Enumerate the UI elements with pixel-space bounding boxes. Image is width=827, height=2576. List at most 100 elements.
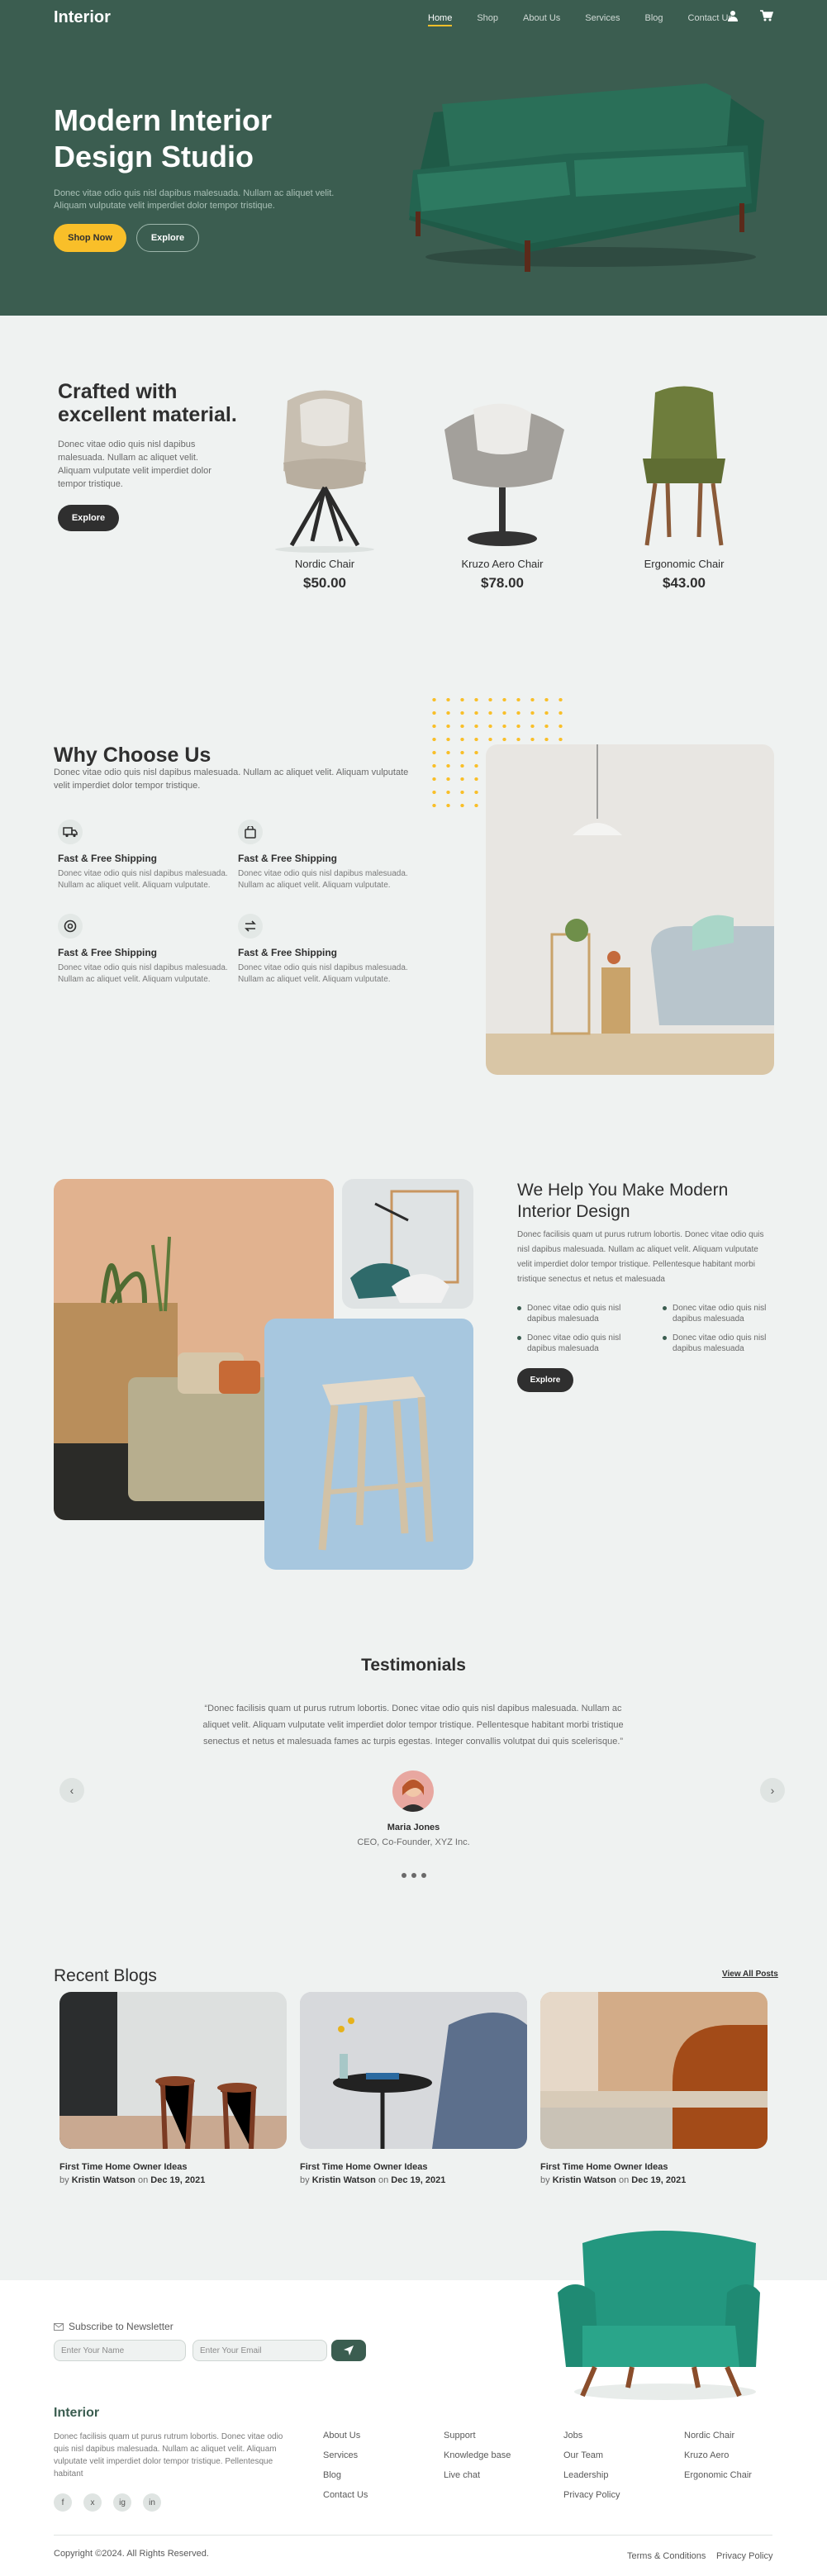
feature-item: Fast & Free Shipping Donec vitae odio qu… <box>58 820 235 891</box>
blog-meta: by Kristin Watson on Dec 19, 2021 <box>300 2175 446 2185</box>
blog-title: First Time Home Owner Ideas <box>540 2162 668 2172</box>
footer-link[interactable]: Our Team <box>563 2445 620 2465</box>
newsletter-email-input[interactable]: Enter Your Email <box>192 2340 327 2361</box>
envelope-icon <box>54 2322 64 2331</box>
facebook-icon[interactable]: f <box>54 2493 72 2512</box>
footer-link[interactable]: Services <box>323 2445 368 2465</box>
footer-link[interactable]: Kruzo Aero <box>684 2445 752 2465</box>
next-arrow-icon[interactable]: › <box>760 1778 785 1803</box>
product-card-ergonomic[interactable]: Ergonomic Chair $43.00 <box>610 380 758 592</box>
site-logo[interactable]: Interior <box>54 8 111 27</box>
footer-link[interactable]: Leadership <box>563 2465 620 2485</box>
nav-about[interactable]: About Us <box>523 13 560 23</box>
product-price: $78.00 <box>481 575 524 591</box>
footer-link[interactable]: Ergonomic Chair <box>684 2465 752 2485</box>
blog-meta: by Kristin Watson on Dec 19, 2021 <box>59 2175 206 2185</box>
terms-link[interactable]: Terms & Conditions <box>627 2551 706 2561</box>
product-price: $50.00 <box>303 575 346 591</box>
why-text: Donec vitae odio quis nisl dapibus males… <box>54 768 409 791</box>
nav-blog[interactable]: Blog <box>644 13 663 23</box>
footer-link[interactable]: About Us <box>323 2426 368 2445</box>
footer-col-4: Nordic Chair Kruzo Aero Ergonomic Chair <box>684 2426 752 2485</box>
products-title: Crafted with excellent material. <box>58 380 237 426</box>
footer-about-text: Donec facilisis quam ut purus rutrum lob… <box>54 2432 283 2479</box>
user-icon[interactable] <box>727 10 739 21</box>
nav-shop[interactable]: Shop <box>477 13 498 23</box>
blog-title: First Time Home Owner Ideas <box>59 2162 188 2172</box>
nav-contact[interactable]: Contact Us <box>688 13 733 23</box>
help-bullet: Donec vitae odio quis nisl dapibus males… <box>517 1333 633 1354</box>
carousel-dots <box>402 1873 426 1878</box>
feature-title: Fast & Free Shipping <box>58 947 158 958</box>
footer-link[interactable]: Knowledge base <box>444 2445 511 2465</box>
feature-item: Fast & Free Shipping Donec vitae odio qu… <box>238 914 416 986</box>
footer-link[interactable]: Jobs <box>563 2426 620 2445</box>
blog-card[interactable]: First Time Home Owner Ideas by Kristin W… <box>540 1992 768 2185</box>
blog-meta: by Kristin Watson on Dec 19, 2021 <box>540 2175 687 2185</box>
newsletter-label: Subscribe to Newsletter <box>54 2321 173 2332</box>
footer-link[interactable]: Contact Us <box>323 2485 368 2505</box>
social-links: f x ig in <box>54 2493 161 2512</box>
feature-text: Donec vitae odio quis nisl dapibus males… <box>58 963 228 984</box>
help-explore-button[interactable]: Explore <box>517 1368 573 1392</box>
testimonial-name: Maria Jones <box>387 1823 440 1832</box>
help-title: We Help You Make Modern Interior Design <box>517 1181 729 1221</box>
products-explore-button[interactable]: Explore <box>58 505 119 531</box>
prev-arrow-icon[interactable]: ‹ <box>59 1778 84 1803</box>
carousel-dot[interactable] <box>421 1873 426 1878</box>
privacy-link[interactable]: Privacy Policy <box>716 2551 772 2561</box>
newsletter-name-input[interactable]: Enter Your Name <box>54 2340 186 2361</box>
hero-text: Donec vitae odio quis nisl dapibus males… <box>54 188 335 211</box>
stool-image <box>264 1319 473 1570</box>
feature-title: Fast & Free Shipping <box>238 853 338 864</box>
footer-link[interactable]: Blog <box>323 2465 368 2485</box>
footer-link[interactable]: Privacy Policy <box>563 2485 620 2505</box>
feature-item: Fast & Free Shipping Donec vitae odio qu… <box>58 914 235 986</box>
instagram-icon[interactable]: ig <box>113 2493 131 2512</box>
blog-card[interactable]: First Time Home Owner Ideas by Kristin W… <box>59 1992 287 2185</box>
header-icons <box>727 10 773 21</box>
nav-services[interactable]: Services <box>585 13 620 23</box>
footer-link[interactable]: Live chat <box>444 2465 511 2485</box>
nav-home[interactable]: Home <box>428 13 453 26</box>
product-name: Ergonomic Chair <box>644 558 725 570</box>
linkedin-icon[interactable]: in <box>143 2493 161 2512</box>
product-card-nordic[interactable]: Nordic Chair $50.00 <box>250 380 399 592</box>
carousel-dot[interactable] <box>411 1873 416 1878</box>
feature-title: Fast & Free Shipping <box>58 853 158 864</box>
feature-text: Donec vitae odio quis nisl dapibus males… <box>238 963 408 984</box>
living-room-image <box>486 744 774 1075</box>
shop-now-button[interactable]: Shop Now <box>54 224 126 252</box>
footer-logo[interactable]: Interior <box>54 2406 99 2421</box>
send-icon <box>344 2345 354 2355</box>
blog-title: First Time Home Owner Ideas <box>300 2162 428 2172</box>
blog-image <box>300 1992 527 2149</box>
footer-divider <box>54 2535 772 2536</box>
help-bullets-right: Donec vitae odio quis nisl dapibus males… <box>663 1303 778 1354</box>
footer-link[interactable]: Nordic Chair <box>684 2426 752 2445</box>
product-card-kruzo[interactable]: Kruzo Aero Chair $78.00 <box>428 380 577 592</box>
hero-explore-button[interactable]: Explore <box>136 224 199 252</box>
product-name: Nordic Chair <box>294 558 355 570</box>
avatar <box>392 1770 434 1812</box>
return-icon <box>238 914 263 939</box>
main-nav: Home Shop About Us Services Blog Contact… <box>428 13 733 26</box>
testimonials-title: Testimonials <box>361 1656 466 1675</box>
twitter-icon[interactable]: x <box>83 2493 102 2512</box>
carousel-dot[interactable] <box>402 1873 406 1878</box>
newsletter-submit-button[interactable] <box>331 2340 366 2361</box>
cart-icon[interactable] <box>760 10 773 21</box>
feature-item: Fast & Free Shipping Donec vitae odio qu… <box>238 820 416 891</box>
footer-link[interactable]: Support <box>444 2426 511 2445</box>
help-bullet: Donec vitae odio quis nisl dapibus males… <box>663 1333 778 1354</box>
help-bullet: Donec vitae odio quis nisl dapibus males… <box>663 1303 778 1324</box>
feature-text: Donec vitae odio quis nisl dapibus males… <box>58 869 228 890</box>
hero-section: Interior Home Shop About Us Services Blo… <box>0 0 827 316</box>
workspace-image <box>342 1179 473 1309</box>
view-all-posts-link[interactable]: View All Posts <box>722 1970 778 1979</box>
copyright-text: Copyright ©2024. All Rights Reserved. <box>54 2549 209 2559</box>
blogs-title: Recent Blogs <box>54 1966 157 1985</box>
support-icon <box>58 914 83 939</box>
blog-card[interactable]: First Time Home Owner Ideas by Kristin W… <box>300 1992 527 2185</box>
sofa-image <box>409 83 764 272</box>
